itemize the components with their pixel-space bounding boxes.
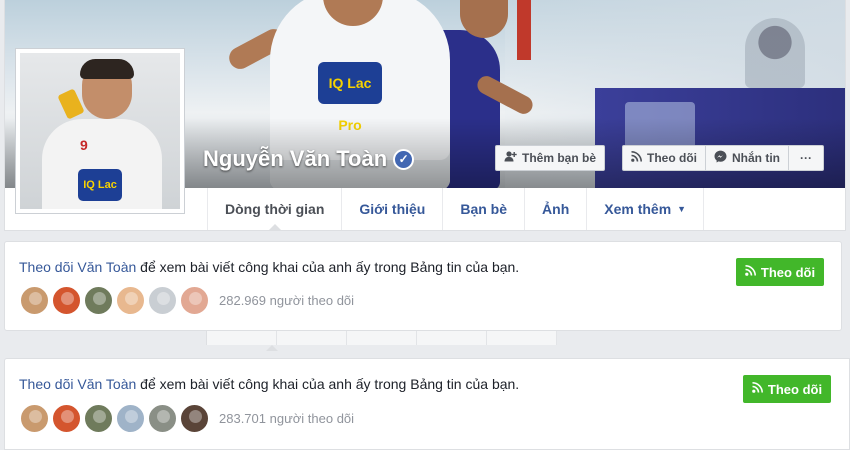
- followers-row: 282.969 người theo dõi: [19, 285, 354, 316]
- follow-button-label: Theo dõi: [767, 381, 823, 397]
- follower-avatar[interactable]: [19, 285, 50, 316]
- follower-avatar[interactable]: [147, 403, 178, 434]
- tab-label: Ảnh: [542, 201, 570, 217]
- avatar: 9 IQ Lac Pro: [20, 53, 180, 209]
- follower-count[interactable]: 282.969 người theo dõi: [219, 293, 354, 308]
- cover-spectator: [745, 18, 805, 88]
- follower-avatar[interactable]: [51, 285, 82, 316]
- follower-avatar[interactable]: [147, 285, 178, 316]
- profile-name-row: Nguyễn Văn Toàn ✓: [203, 146, 415, 172]
- tab-timeline[interactable]: Dòng thời gian: [207, 188, 341, 231]
- add-friend-label: Thêm bạn bè: [522, 151, 597, 165]
- follow-prompt-text: Theo dõi Văn Toàn để xem bài viết công k…: [19, 376, 519, 392]
- avatar-hair: [80, 59, 134, 79]
- profile-picture[interactable]: 9 IQ Lac Pro: [15, 48, 185, 214]
- rss-icon: [631, 151, 642, 165]
- more-options-button[interactable]: ···: [788, 145, 824, 171]
- ghost-tab: [347, 331, 417, 345]
- profile-action-group: Theo dõi Nhắn tin ···: [622, 145, 824, 171]
- follower-avatar[interactable]: [115, 285, 146, 316]
- tab-friends[interactable]: Bạn bè: [442, 188, 524, 230]
- follower-avatar[interactable]: [51, 403, 82, 434]
- rss-icon: [752, 382, 763, 396]
- tab-label: Dòng thời gian: [225, 201, 325, 217]
- tab-label: Giới thiệu: [359, 201, 426, 217]
- add-friend-icon: [504, 151, 517, 165]
- follower-avatar[interactable]: [179, 285, 210, 316]
- follower-avatar[interactable]: [115, 403, 146, 434]
- follow-button-label: Theo dõi: [760, 264, 816, 280]
- rss-icon: [745, 265, 756, 279]
- add-friend-button[interactable]: Thêm bạn bè: [495, 145, 606, 171]
- profile-tabs: Dòng thời gian Giới thiệu Bạn bè Ảnh Xem…: [207, 188, 705, 231]
- follower-count[interactable]: 283.701 người theo dõi: [219, 411, 354, 426]
- follower-avatar[interactable]: [179, 403, 210, 434]
- follow-prompt-text: Theo dõi Văn Toàn để xem bài viết công k…: [19, 259, 519, 275]
- follow-profile-button[interactable]: Theo dõi: [622, 145, 706, 171]
- caret-down-icon: ▼: [677, 204, 687, 214]
- tab-about[interactable]: Giới thiệu: [341, 188, 442, 230]
- follower-avatar[interactable]: [83, 403, 114, 434]
- more-dots-icon: ···: [800, 151, 812, 165]
- ghost-tab: [487, 331, 557, 345]
- follower-avatar[interactable]: [83, 285, 114, 316]
- tab-label: Xem thêm: [604, 201, 672, 217]
- message-label: Nhắn tin: [732, 151, 780, 165]
- avatar-shirt-number: 9: [80, 137, 88, 153]
- follow-prompt-link[interactable]: Theo dõi Văn Toàn: [19, 259, 136, 275]
- profile-name[interactable]: Nguyễn Văn Toàn: [203, 146, 387, 172]
- add-friend-group: Thêm bạn bè: [495, 145, 606, 171]
- follow-button[interactable]: Theo dõi: [736, 258, 824, 286]
- cover-flag: [517, 0, 531, 60]
- followers-row: 283.701 người theo dõi: [19, 403, 354, 434]
- ghost-tab: [417, 331, 487, 345]
- message-button[interactable]: Nhắn tin: [705, 145, 789, 171]
- ghost-tab-bar: [206, 331, 706, 345]
- tab-more[interactable]: Xem thêm ▼: [586, 188, 705, 230]
- avatar-drink-box: [57, 88, 85, 120]
- follow-prompt-link[interactable]: Theo dõi Văn Toàn: [19, 376, 136, 392]
- follow-prompt-card: Theo dõi Văn Toàn để xem bài viết công k…: [4, 241, 842, 331]
- ghost-tab: [277, 331, 347, 345]
- follow-prompt-rest: để xem bài viết công khai của anh ấy tro…: [136, 259, 520, 275]
- verified-badge-icon[interactable]: ✓: [393, 148, 415, 170]
- tab-label: Bạn bè: [460, 201, 508, 217]
- messenger-icon: [714, 150, 727, 166]
- follow-profile-label: Theo dõi: [647, 151, 697, 165]
- tab-photos[interactable]: Ảnh: [524, 188, 586, 230]
- avatar-shirt-sponsor: IQ Lac Pro: [78, 169, 122, 201]
- ghost-tab-caret: [266, 339, 278, 351]
- follow-prompt-card: Theo dõi Văn Toàn để xem bài viết công k…: [4, 358, 850, 450]
- cover-shirt-sponsor: IQ Lac Pro: [318, 62, 382, 133]
- follow-prompt-rest: để xem bài viết công khai của anh ấy tro…: [136, 376, 520, 392]
- follower-avatar[interactable]: [19, 403, 50, 434]
- card-separator: [4, 331, 850, 358]
- follow-button[interactable]: Theo dõi: [743, 375, 831, 403]
